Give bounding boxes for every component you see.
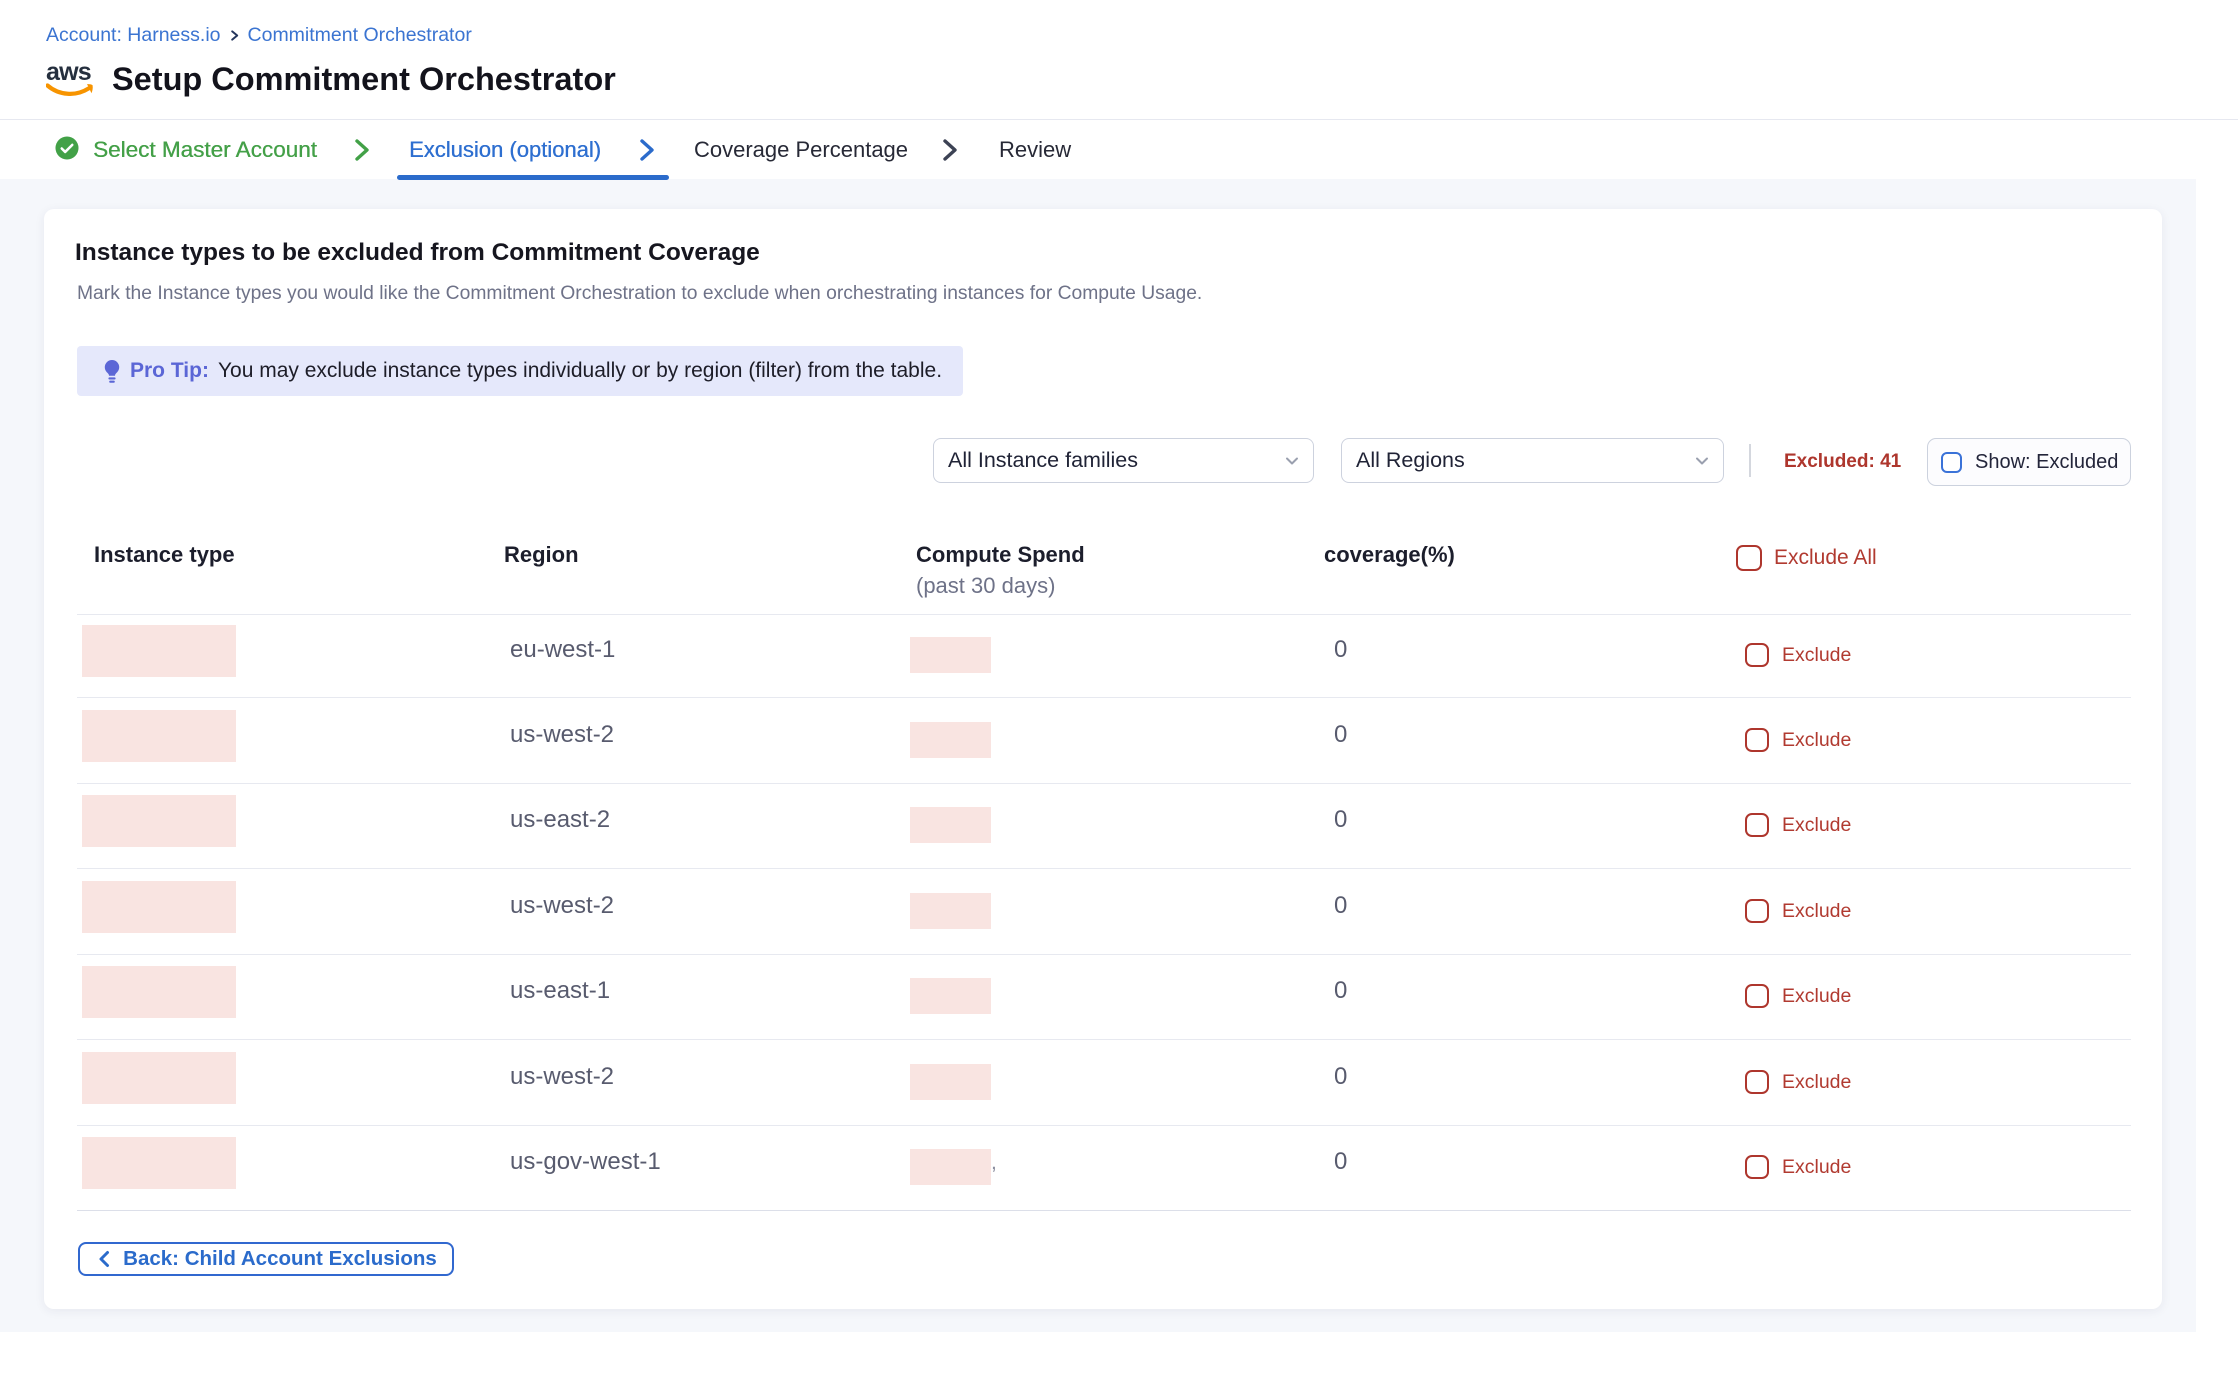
- svg-text:aws: aws: [46, 58, 91, 86]
